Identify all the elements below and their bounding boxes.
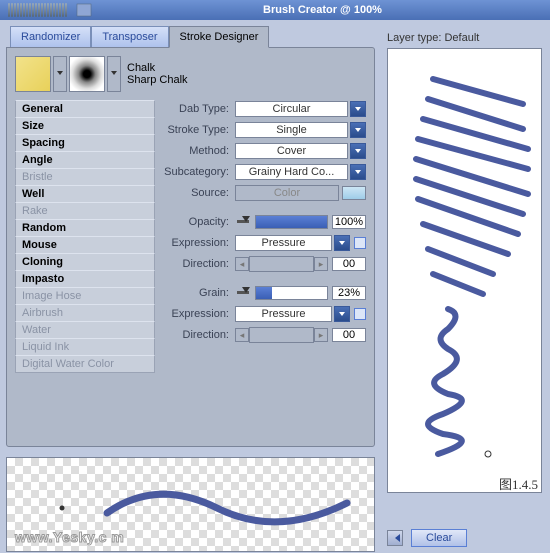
- slider-icon: [235, 286, 253, 300]
- tab-transposer[interactable]: Transposer: [91, 26, 168, 47]
- category-item[interactable]: Rake: [15, 202, 155, 220]
- dab-type-field[interactable]: Circular: [235, 101, 348, 117]
- grip-icon[interactable]: [75, 2, 95, 18]
- dab-type-label: Dab Type:: [163, 103, 235, 115]
- brush-names: Chalk Sharp Chalk: [127, 62, 188, 86]
- tab-bar: Randomizer Transposer Stroke Designer: [10, 26, 375, 47]
- stroke-preview: www.Yesky.c m: [6, 457, 375, 552]
- opacity-value[interactable]: 100%: [332, 215, 366, 229]
- direction1-label: Direction:: [163, 258, 235, 270]
- brush-variant-dropdown[interactable]: [107, 56, 121, 92]
- opacity-label: Opacity:: [163, 216, 235, 228]
- source-color-swatch[interactable]: [342, 186, 366, 200]
- slider-icon: [235, 215, 253, 229]
- category-item[interactable]: Liquid Ink: [15, 338, 155, 356]
- expression1-field[interactable]: Pressure: [235, 235, 332, 251]
- stroke-type-field[interactable]: Single: [235, 122, 348, 138]
- expression1-dropdown[interactable]: [334, 235, 350, 251]
- brush-variant-swatch[interactable]: [69, 56, 105, 92]
- dab-type-dropdown[interactable]: [350, 101, 366, 117]
- expression2-label: Expression:: [163, 308, 235, 320]
- direction1-track: [249, 256, 314, 272]
- properties-pane: Dab Type:Circular Stroke Type:Single Met…: [163, 100, 366, 372]
- expression2-dropdown[interactable]: [334, 306, 350, 322]
- category-item[interactable]: Image Hose: [15, 287, 155, 305]
- method-label: Method:: [163, 145, 235, 157]
- category-item[interactable]: Water: [15, 321, 155, 339]
- category-item[interactable]: Impasto: [15, 270, 155, 288]
- direction1-right: ▸: [314, 257, 328, 271]
- clear-button[interactable]: Clear: [411, 529, 467, 547]
- brush-name: Chalk: [127, 62, 188, 74]
- category-item[interactable]: Size: [15, 117, 155, 135]
- method-dropdown[interactable]: [350, 143, 366, 159]
- category-item[interactable]: Digital Water Color: [15, 355, 155, 373]
- direction2-value[interactable]: 00: [332, 328, 366, 342]
- category-item[interactable]: Bristle: [15, 168, 155, 186]
- figure-label: 图1.4.5: [499, 474, 538, 493]
- method-field[interactable]: Cover: [235, 143, 348, 159]
- grain-label: Grain:: [163, 287, 235, 299]
- source-field: Color: [235, 185, 339, 201]
- preview-canvas[interactable]: [387, 48, 542, 493]
- direction2-left: ◂: [235, 328, 249, 342]
- stroke-type-dropdown[interactable]: [350, 122, 366, 138]
- direction2-label: Direction:: [163, 329, 235, 341]
- category-item[interactable]: Random: [15, 219, 155, 237]
- category-item[interactable]: Angle: [15, 151, 155, 169]
- stroke-type-label: Stroke Type:: [163, 124, 235, 136]
- stroke-designer-panel: Chalk Sharp Chalk GeneralSizeSpacingAngl…: [6, 47, 375, 447]
- direction1-left: ◂: [235, 257, 249, 271]
- layer-type-label: Layer type: Default: [387, 32, 542, 44]
- subcategory-field[interactable]: Grainy Hard Co...: [235, 164, 348, 180]
- opacity-slider[interactable]: [255, 215, 328, 229]
- watermark: www.Yesky.c m: [15, 529, 124, 545]
- canvas-stroke: [388, 49, 543, 494]
- grain-value[interactable]: 23%: [332, 286, 366, 300]
- brush-category-dropdown[interactable]: [53, 56, 67, 92]
- rivets-decoration: [8, 3, 67, 17]
- category-item[interactable]: Mouse: [15, 236, 155, 254]
- tab-stroke-designer[interactable]: Stroke Designer: [169, 26, 270, 48]
- category-item[interactable]: Well: [15, 185, 155, 203]
- direction2-right: ▸: [314, 328, 328, 342]
- expression1-label: Expression:: [163, 237, 235, 249]
- brush-variant-name: Sharp Chalk: [127, 74, 188, 86]
- direction1-value[interactable]: 00: [332, 257, 366, 271]
- expression2-checkbox[interactable]: [354, 308, 366, 320]
- direction2-track: [249, 327, 314, 343]
- category-item[interactable]: Cloning: [15, 253, 155, 271]
- source-label: Source:: [163, 187, 235, 199]
- window-title: Brush Creator @ 100%: [95, 4, 550, 16]
- titlebar: Brush Creator @ 100%: [0, 0, 550, 20]
- category-list: GeneralSizeSpacingAngleBristleWellRakeRa…: [15, 100, 155, 372]
- expression2-field[interactable]: Pressure: [235, 306, 332, 322]
- category-item[interactable]: Spacing: [15, 134, 155, 152]
- scroll-left-button[interactable]: [387, 530, 403, 546]
- expression1-checkbox[interactable]: [354, 237, 366, 249]
- category-item[interactable]: Airbrush: [15, 304, 155, 322]
- grain-slider[interactable]: [255, 286, 328, 300]
- brush-category-swatch[interactable]: [15, 56, 51, 92]
- tab-randomizer[interactable]: Randomizer: [10, 26, 91, 47]
- subcategory-label: Subcategory:: [163, 166, 235, 178]
- subcategory-dropdown[interactable]: [350, 164, 366, 180]
- category-item[interactable]: General: [15, 100, 155, 118]
